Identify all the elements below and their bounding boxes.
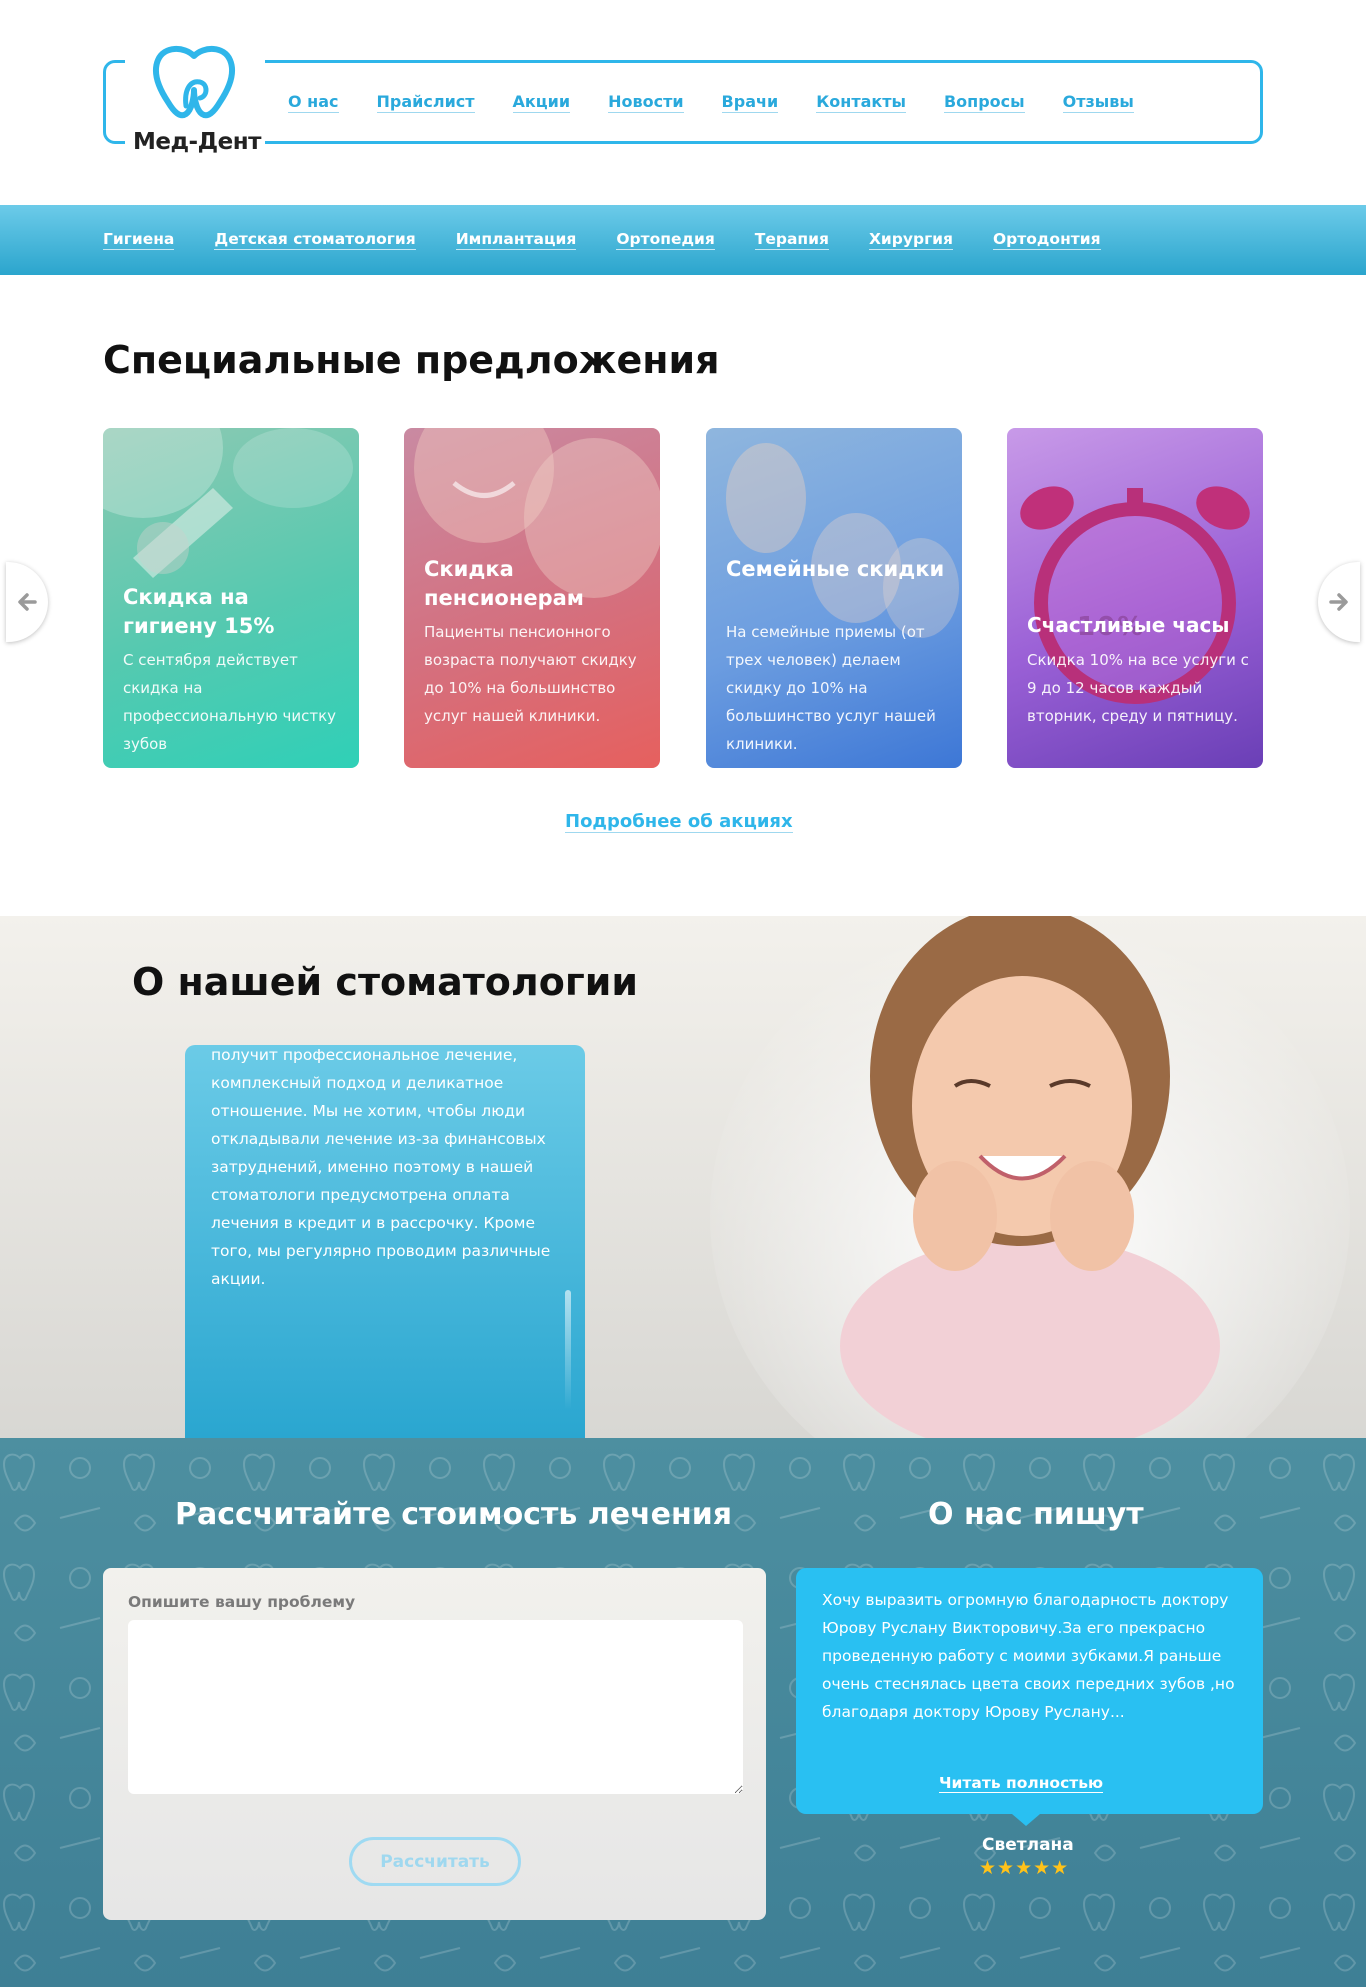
offer-text: Скидка 10% на все услуги с 9 до 12 часов…	[1027, 651, 1249, 725]
top-nav: О нас Прайслист Акции Новости Врачи Конт…	[288, 92, 1172, 113]
top-nav-news[interactable]: Новости	[608, 92, 684, 113]
services-bar: Гигиена Детская стоматология Имплантация…	[0, 205, 1366, 275]
arrow-left-icon	[18, 593, 37, 611]
more-promos-link[interactable]: Подробнее об акциях	[565, 811, 793, 833]
top-nav-promos[interactable]: Акции	[512, 92, 571, 113]
top-nav-contacts[interactable]: Контакты	[816, 92, 906, 113]
top-nav-reviews[interactable]: Отзывы	[1062, 92, 1134, 113]
top-nav-doctors[interactable]: Врачи	[721, 92, 779, 113]
offer-card-hygiene[interactable]: Скидка на гигиену 15% С сентября действу…	[103, 428, 359, 768]
offer-text: Пациенты пенсионного возраста получают с…	[424, 623, 637, 725]
review-card: Хочу выразить огромную благодарность док…	[796, 1568, 1263, 1814]
services-nav: Гигиена Детская стоматология Имплантация…	[103, 230, 1141, 250]
service-therapy[interactable]: Терапия	[754, 230, 829, 250]
offer-card-happy-hours[interactable]: 10% Счастливые часы Скидка 10% на все ус…	[1007, 428, 1263, 768]
calculate-button[interactable]: Рассчитать	[349, 1837, 521, 1886]
offer-text: На семейные приемы (от трех человек) дел…	[726, 623, 936, 753]
logo[interactable]: Мед-Дент	[125, 44, 265, 164]
calc-reviews-section: Рассчитайте стоимость лечения О нас пишу…	[0, 1438, 1366, 1987]
about-scrollbar[interactable]	[565, 1290, 571, 1410]
offer-title: Семейные скидки	[726, 557, 945, 581]
service-hygiene[interactable]: Гигиена	[103, 230, 175, 250]
reviews-title: О нас пишут	[928, 1497, 1144, 1532]
problem-textarea[interactable]	[128, 1620, 743, 1794]
site-header: Мед-Дент О нас Прайслист Акции Новости В…	[0, 0, 1366, 205]
carousel-prev-button[interactable]	[6, 562, 48, 642]
arrow-right-icon	[1329, 593, 1348, 611]
about-text-panel[interactable]: получит профессиональное лечение, компле…	[185, 1045, 585, 1438]
rating-stars-icon: ★★★★★	[979, 1857, 1070, 1879]
offer-card-family[interactable]: Семейные скидки На семейные приемы (от т…	[706, 428, 962, 768]
offer-card-pensioners[interactable]: Скидка пенсионерам Пациенты пенсионного …	[404, 428, 660, 768]
review-card-tail	[1012, 1814, 1040, 1826]
about-title: О нашей стоматологии	[132, 960, 638, 1004]
tooth-logo-icon	[152, 46, 236, 119]
about-text: получит профессиональное лечение, компле…	[211, 1046, 551, 1288]
top-nav-about[interactable]: О нас	[288, 92, 339, 113]
about-section: О нашей стоматологии получит профессиона…	[0, 916, 1366, 1438]
top-nav-prices[interactable]: Прайслист	[376, 92, 475, 113]
service-orthodontics[interactable]: Ортодонтия	[993, 230, 1101, 250]
service-implants[interactable]: Имплантация	[455, 230, 577, 250]
offers-title: Специальные предложения	[103, 338, 720, 382]
problem-label: Опишите вашу проблему	[128, 1593, 356, 1611]
calculator-form: Опишите вашу проблему Рассчитать	[103, 1568, 766, 1920]
offer-text: С сентября действует скидка на профессио…	[123, 651, 337, 753]
review-text: Хочу выразить огромную благодарность док…	[822, 1591, 1235, 1721]
service-surgery[interactable]: Хирургия	[868, 230, 953, 250]
offer-title: Скидка на гигиену 15%	[123, 585, 275, 638]
read-full-review-link[interactable]: Читать полностью	[939, 1774, 1104, 1793]
service-pediatric[interactable]: Детская стоматология	[214, 230, 416, 250]
service-orthopedics[interactable]: Ортопедия	[616, 230, 715, 250]
offer-title: Скидка пенсионерам	[424, 557, 584, 610]
offer-title: Счастливые часы	[1027, 613, 1230, 637]
carousel-next-button[interactable]	[1318, 562, 1360, 642]
reviewer-name: Светлана	[982, 1835, 1074, 1855]
smiling-girl-photo	[710, 916, 1350, 1438]
brand-name: Мед-Дент	[133, 129, 261, 155]
top-nav-faq[interactable]: Вопросы	[943, 92, 1025, 113]
calculator-title: Рассчитайте стоимость лечения	[175, 1497, 733, 1532]
